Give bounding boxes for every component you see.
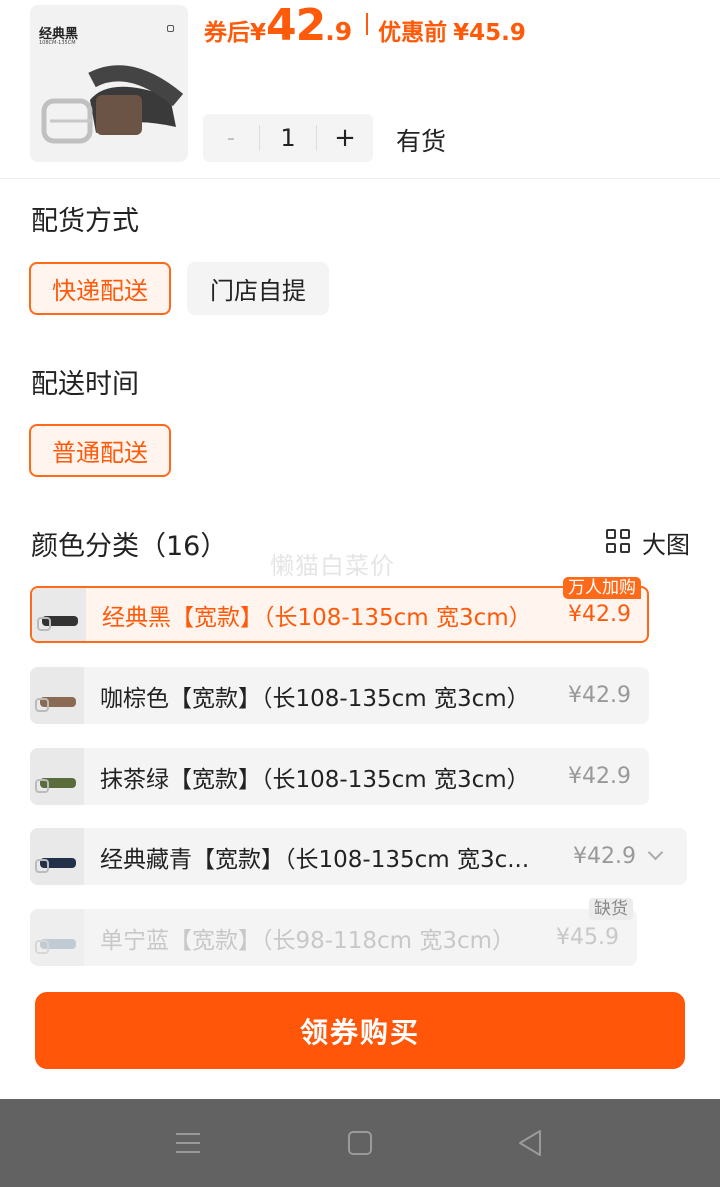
variant-thumbnail (30, 667, 84, 724)
variant-option-matcha-green[interactable]: 抹茶绿【宽款】（长108-135cm 宽3cm） ¥42.9 (30, 748, 649, 805)
variant-price: ¥42.9 (573, 844, 636, 869)
divider (0, 178, 720, 179)
grid-icon (606, 529, 632, 555)
delivery-time-title: 配送时间 (31, 369, 139, 400)
price-prefix: 券后 (204, 20, 250, 46)
variant-thumbnail (30, 828, 84, 885)
original-price: ¥45.9 (453, 20, 526, 46)
product-thumbnail[interactable]: 经典黑 108CM-135CM (30, 5, 188, 162)
popular-badge: 万人加购 (563, 577, 641, 599)
variant-name: 咖棕色【宽款】（长108-135cm 宽3cm） (100, 685, 530, 712)
variant-option-navy[interactable]: 经典藏青【宽款】（长108-135cm 宽3c... ¥42.9 (30, 828, 687, 885)
claim-coupon-buy-button[interactable]: 领券购买 (35, 992, 685, 1069)
currency-symbol: ¥ (250, 20, 267, 46)
variant-thumbnail (32, 588, 86, 641)
option-express-delivery[interactable]: 快递配送 (29, 262, 171, 315)
option-standard-delivery[interactable]: 普通配送 (29, 424, 171, 477)
watermark: 懒猫白菜价 (270, 552, 395, 580)
view-large-button[interactable]: 大图 (606, 527, 690, 559)
stock-status: 有货 (396, 127, 447, 156)
delivery-method-title: 配货方式 (31, 206, 139, 237)
variant-option-classic-black[interactable]: 经典黑【宽款】（长108-135cm 宽3cm） ¥42.9 万人加购 (30, 577, 649, 643)
variant-name: 经典藏青【宽款】（长108-135cm 宽3c... (100, 846, 530, 873)
variant-price: ¥45.9 (556, 925, 619, 950)
sold-out-badge: 缺货 (589, 898, 633, 920)
color-category-title: 颜色分类（16） (31, 531, 228, 562)
back-icon[interactable] (515, 1128, 545, 1158)
menu-icon[interactable] (176, 1133, 200, 1153)
home-icon[interactable] (348, 1131, 372, 1155)
variant-thumbnail (30, 748, 84, 805)
variant-price: ¥42.9 (568, 602, 631, 627)
original-price-label: 优惠前 (378, 20, 448, 46)
price-line: 券后 ¥ 42 .9 优惠前 ¥45.9 (204, 0, 526, 51)
price-integer: 42 (266, 0, 326, 51)
view-large-label: 大图 (642, 530, 690, 559)
variant-name: 经典黑【宽款】（长108-135cm 宽3cm） (102, 604, 532, 631)
variant-price: ¥42.9 (568, 683, 631, 708)
quantity-stepper: - 1 + (203, 114, 373, 162)
price-decimal: .9 (325, 17, 353, 46)
quantity-value[interactable]: 1 (260, 124, 316, 152)
variant-thumbnail (30, 909, 84, 966)
variant-name: 单宁蓝【宽款】（长98-118cm 宽3cm） (100, 927, 516, 954)
price-separator (366, 13, 369, 35)
variant-name: 抹茶绿【宽款】（长108-135cm 宽3cm） (100, 766, 530, 793)
decrease-button[interactable]: - (203, 126, 259, 151)
belt-image (41, 65, 184, 144)
variant-price: ¥42.9 (568, 764, 631, 789)
variant-option-denim-blue[interactable]: 单宁蓝【宽款】（长98-118cm 宽3cm） ¥45.9 缺货 (30, 898, 637, 966)
variant-option-coffee-brown[interactable]: 咖棕色【宽款】（长108-135cm 宽3cm） ¥42.9 (30, 667, 649, 724)
option-store-pickup[interactable]: 门店自提 (187, 262, 329, 315)
increase-button[interactable]: + (317, 123, 373, 153)
chevron-down-icon[interactable] (647, 844, 664, 861)
